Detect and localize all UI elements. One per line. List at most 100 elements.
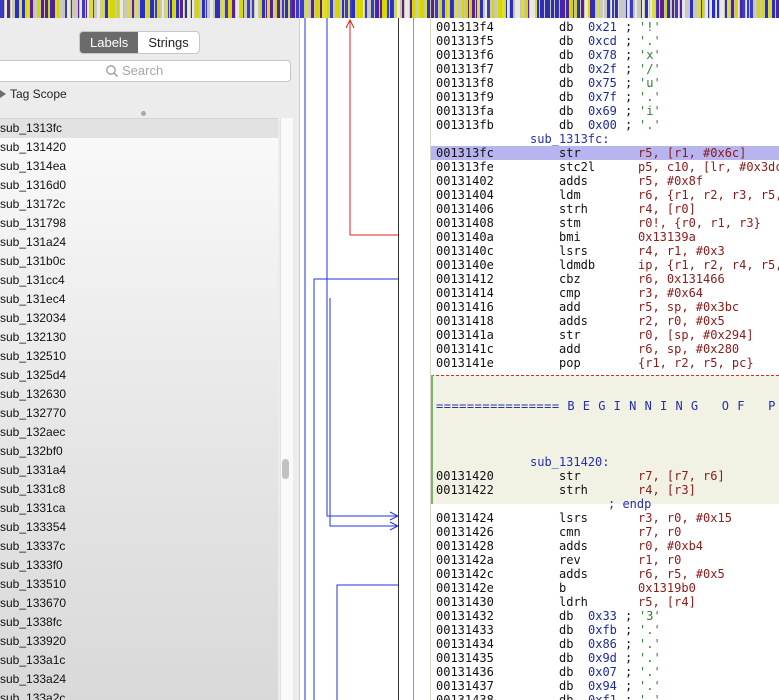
code-line[interactable]: 0013140a bmi 0x13139a [431, 230, 779, 244]
code-line[interactable]: 001313fa db 0x69; 'i' [431, 104, 779, 118]
code-line[interactable]: 00131430 ldrh r5, [r4] [431, 595, 779, 609]
code-line[interactable]: 001313fc str r5, [r1, #0x6c] [431, 146, 779, 160]
nav-segment [678, 0, 679, 18]
code-line[interactable]: 00131402 adds r5, #0x8f [431, 174, 779, 188]
labels-list-scrollbar-track[interactable] [280, 118, 293, 700]
label-list-item[interactable]: sub_131cc4 [0, 271, 278, 290]
label-list-item[interactable]: sub_131420 [0, 138, 278, 157]
label-list-item[interactable]: sub_132770 [0, 404, 278, 423]
code-line[interactable]: 00131404 ldm r6, {r1, r2, r3, r5, r6} [431, 188, 779, 202]
code-line[interactable]: 001313f7 db 0x2f; '/' [431, 62, 779, 76]
label-list-item[interactable]: sub_1331c8 [0, 480, 278, 499]
code-line[interactable]: 00131424 lsrs r3, r0, #0x15 [431, 511, 779, 525]
code-line[interactable]: 00131436 db 0x07; '.' [431, 665, 779, 679]
search-input[interactable]: Search [0, 60, 291, 82]
label-list-item[interactable]: sub_132aec [0, 423, 278, 442]
code-line[interactable]: 00131435 db 0x9d; '.' [431, 651, 779, 665]
code-line[interactable]: 0013140e ldmdb ip, {r1, r2, r4, r5, r6} [431, 258, 779, 272]
code-line[interactable]: 0013141c add r6, sp, #0x280 [431, 342, 779, 356]
labels-list-scrollbar-thumb[interactable] [282, 459, 289, 479]
label-list-item[interactable]: sub_131798 [0, 214, 278, 233]
label-list-item[interactable]: sub_132510 [0, 347, 278, 366]
code-line[interactable]: 0013141e pop {r1, r2, r5, pc} [431, 356, 779, 370]
code-label[interactable]: sub_131420: [431, 455, 779, 469]
code-line[interactable]: 00131406 strh r4, [r0] [431, 202, 779, 216]
code-line[interactable]: 00131408 stm r0!, {r0, r1, r3} [431, 216, 779, 230]
code-line[interactable]: 00131416 add r5, sp, #0x3bc [431, 300, 779, 314]
label-list-item[interactable]: sub_133a2c [0, 689, 278, 700]
label-list-item[interactable]: sub_1331ca [0, 499, 278, 518]
label-list-item[interactable]: sub_1313fc [0, 119, 278, 138]
code-line[interactable]: 0013141a str r0, [sp, #0x294] [431, 328, 779, 342]
nav-segment [217, 0, 220, 18]
operands: r6, r5, #0x5 [638, 567, 725, 581]
code-line[interactable]: 00131422 strh r4, [r3] [431, 483, 779, 497]
code-line[interactable]: 001313f4 db 0x21; '!' [431, 20, 779, 34]
label-list-item[interactable]: sub_132034 [0, 309, 278, 328]
navigation-bar[interactable] [0, 0, 779, 18]
code-line[interactable]: 00131433 db 0xfb; '.' [431, 623, 779, 637]
nav-segment [252, 0, 254, 18]
code-line[interactable]: 00131418 adds r2, r0, #0x5 [431, 314, 779, 328]
label-list-item[interactable]: sub_133510 [0, 575, 278, 594]
code-line[interactable]: 00131420 str r7, [r7, r6] [431, 469, 779, 483]
disassembly-view[interactable]: ================ B E G I N N I N G O F P… [431, 18, 779, 700]
label-list-item[interactable]: sub_132630 [0, 385, 278, 404]
label-list-item[interactable]: sub_132bf0 [0, 442, 278, 461]
code-line[interactable]: 00131414 cmp r3, #0x64 [431, 286, 779, 300]
code-line[interactable]: 00131412 cbz r6, 0x131466 [431, 272, 779, 286]
code-label[interactable]: sub_1313fc: [431, 132, 779, 146]
code-line[interactable]: 0013142a rev r1, r0 [431, 553, 779, 567]
label-list-item[interactable]: sub_131b0c [0, 252, 278, 271]
code-line[interactable]: 001313f8 db 0x75; 'u' [431, 76, 779, 90]
address: 001313f6 [436, 48, 494, 62]
code-line[interactable]: 00131434 db 0x86; '.' [431, 637, 779, 651]
code-line[interactable]: 0013142e b 0x1319b0 [431, 581, 779, 595]
label-list-item[interactable]: sub_1325d4 [0, 366, 278, 385]
nav-segment [33, 0, 34, 18]
label-list-item[interactable]: sub_1333f0 [0, 556, 278, 575]
nav-segment [618, 0, 619, 18]
split-handle[interactable] [141, 111, 146, 116]
address: 00131408 [436, 216, 494, 230]
code-line[interactable]: 001313f9 db 0x7f; '.' [431, 90, 779, 104]
code-line[interactable]: 00131437 db 0x94; '.' [431, 679, 779, 693]
code-line[interactable]: 0013140c lsrs r4, r1, #0x3 [431, 244, 779, 258]
code-line[interactable]: 00131438 db 0xf1; '.' [431, 693, 779, 700]
nav-segment [337, 0, 340, 18]
label-list-item[interactable]: sub_133670 [0, 594, 278, 613]
code-line[interactable]: 001313fb db 0x00; '.' [431, 118, 779, 132]
label-list-item[interactable]: sub_1338fc [0, 613, 278, 632]
tab-labels[interactable]: Labels [80, 32, 139, 53]
nav-segment [267, 0, 269, 18]
label-list-item[interactable]: sub_133354 [0, 518, 278, 537]
label-list-item[interactable]: sub_133920 [0, 632, 278, 651]
code-line[interactable]: 001313f5 db 0xcd; '.' [431, 34, 779, 48]
code-line[interactable]: 00131432 db 0x33; '3' [431, 609, 779, 623]
code-line[interactable]: 00131428 adds r0, #0xb4 [431, 539, 779, 553]
label-list-item[interactable]: sub_131ec4 [0, 290, 278, 309]
label-list-item[interactable]: sub_13172c [0, 195, 278, 214]
nav-segment [48, 0, 49, 18]
label-list-item[interactable]: sub_133a1c [0, 651, 278, 670]
mnemonic: db [559, 90, 574, 104]
nav-segment [592, 0, 595, 18]
operands: r0, [sp, #0x294] [638, 328, 754, 342]
label-list-item[interactable]: sub_132130 [0, 328, 278, 347]
tab-strings[interactable]: Strings [138, 32, 198, 53]
label-list-item[interactable]: sub_13337c [0, 537, 278, 556]
operands: r4, [r0] [638, 202, 696, 216]
code-line[interactable]: 00131426 cmn r7, r0 [431, 525, 779, 539]
code-line[interactable]: 001313f6 db 0x78; 'x' [431, 48, 779, 62]
tag-scope-disclosure[interactable]: Tag Scope [0, 87, 67, 101]
label-list-item[interactable]: sub_1316d0 [0, 176, 278, 195]
comment-marker: ; [625, 90, 633, 104]
code-line[interactable]: 0013142c adds r6, r5, #0x5 [431, 567, 779, 581]
label-list-item[interactable]: sub_133a24 [0, 670, 278, 689]
gutter-margin [414, 18, 431, 700]
label-list-item[interactable]: sub_1331a4 [0, 461, 278, 480]
nav-segment [112, 0, 115, 18]
code-line[interactable]: 001313fe stc2l p5, c10, [lr, #0x3dc] [431, 160, 779, 174]
label-list-item[interactable]: sub_1314ea [0, 157, 278, 176]
label-list-item[interactable]: sub_131a24 [0, 233, 278, 252]
